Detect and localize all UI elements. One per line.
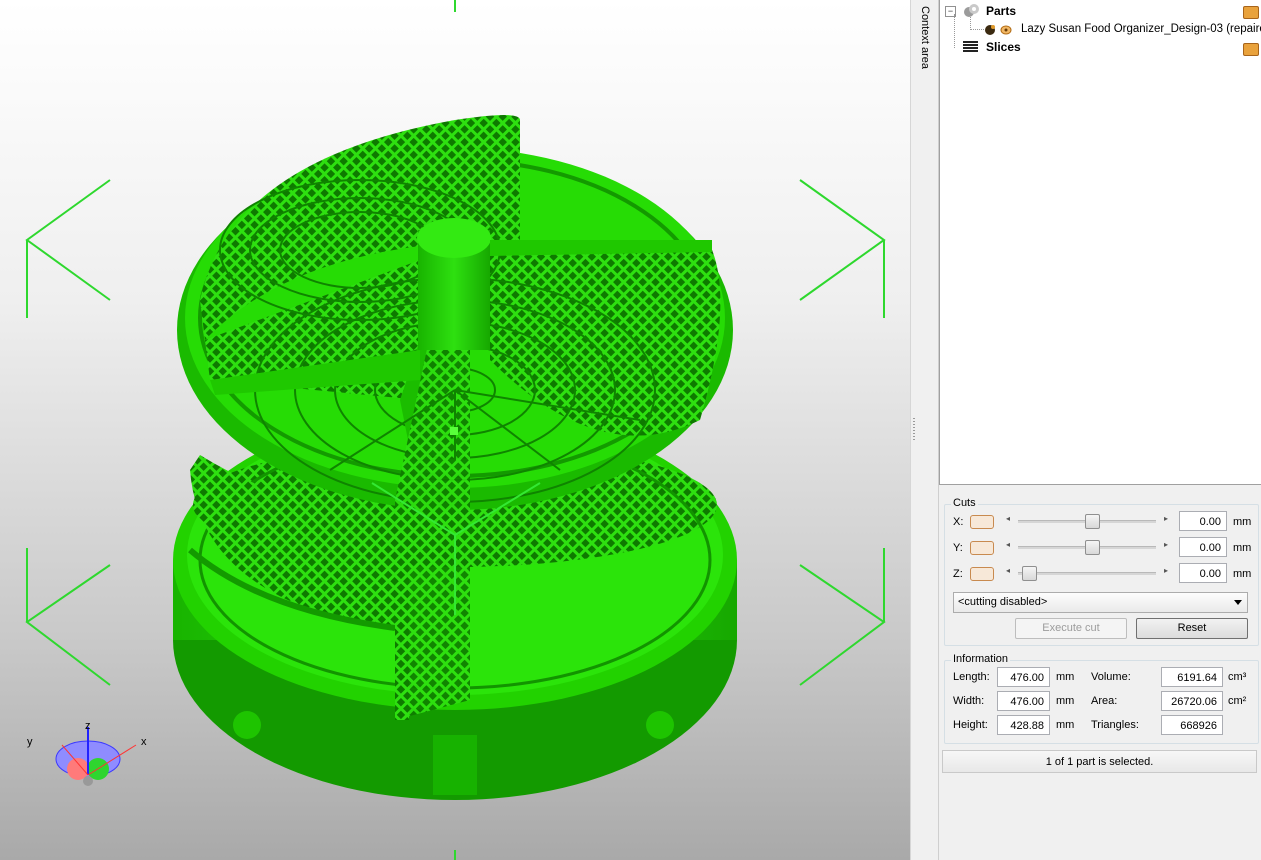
slider-left-arrow-icon[interactable]: ◂: [1006, 566, 1010, 575]
slider-track[interactable]: [1018, 572, 1156, 575]
selection-status: 1 of 1 part is selected.: [942, 750, 1257, 773]
slider-left-arrow-icon[interactable]: ◂: [1006, 540, 1010, 549]
x-axis-label: X:: [953, 516, 964, 528]
height-unit: mm: [1056, 719, 1075, 731]
parts-tree[interactable]: − Parts Lazy Susan Food Organizer_Design…: [939, 0, 1261, 485]
x-axis-color-toggle[interactable]: [970, 515, 994, 529]
z-cut-value[interactable]: 0.00: [1179, 563, 1227, 583]
area-unit: cm²: [1228, 695, 1247, 707]
y-cut-slider[interactable]: ◂ ▸: [1004, 540, 1170, 555]
slider-thumb[interactable]: [1084, 540, 1100, 555]
slider-thumb[interactable]: [1084, 514, 1100, 529]
triangles-value: 668926: [1161, 715, 1223, 735]
information-title: Information: [951, 653, 1011, 665]
slices-label: Slices: [986, 40, 1021, 54]
width-label: Width:: [953, 695, 985, 707]
z-axis-color-toggle[interactable]: [970, 567, 994, 581]
slider-left-arrow-icon[interactable]: ◂: [1006, 514, 1010, 523]
execute-cut-button[interactable]: Execute cut: [1015, 618, 1127, 639]
width-unit: mm: [1056, 695, 1075, 707]
length-unit: mm: [1056, 671, 1075, 683]
x-cut-unit: mm: [1233, 516, 1252, 528]
open-slices-folder-icon[interactable]: [1243, 43, 1259, 56]
x-cut-slider[interactable]: ◂ ▸: [1004, 514, 1170, 529]
z-axis-label: Z:: [953, 568, 963, 580]
tree-item-part[interactable]: Lazy Susan Food Organizer_Design-03 (rep…: [984, 20, 1261, 38]
y-axis-color-toggle[interactable]: [970, 541, 994, 555]
height-value: 428.88: [997, 715, 1050, 735]
context-area-label: Context area: [919, 6, 931, 69]
area-value: 26720.06: [1161, 691, 1223, 711]
slider-thumb[interactable]: [1022, 566, 1037, 581]
volume-label: Volume:: [1091, 671, 1131, 683]
splitter-grip[interactable]: [913, 418, 915, 442]
y-cut-value[interactable]: 0.00: [1179, 537, 1227, 557]
slices-icon: [963, 41, 978, 52]
z-cut-unit: mm: [1233, 568, 1252, 580]
3d-viewport[interactable]: z y x: [0, 0, 910, 860]
z-cut-slider[interactable]: ◂ ▸: [1004, 566, 1170, 581]
part-status-icon: [985, 25, 1012, 35]
height-label: Height:: [953, 719, 988, 731]
area-label: Area:: [1091, 695, 1118, 707]
length-value: 476.00: [997, 667, 1050, 687]
parts-icon: [964, 4, 979, 17]
gizmo-y-label: y: [27, 736, 33, 748]
volume-value: 6191.64: [1161, 667, 1223, 687]
parts-label: Parts: [986, 4, 1017, 18]
cut-mode-value: <cutting disabled>: [958, 596, 1048, 608]
axis-gizmo: z y x: [27, 720, 147, 786]
x-cut-value[interactable]: 0.00: [1179, 511, 1227, 531]
open-folder-icon[interactable]: [1243, 6, 1259, 19]
cuts-title: Cuts: [951, 497, 978, 509]
slider-right-arrow-icon[interactable]: ▸: [1164, 514, 1168, 523]
context-area-tab[interactable]: Context area: [916, 0, 939, 860]
reset-button[interactable]: Reset: [1136, 618, 1248, 639]
slider-right-arrow-icon[interactable]: ▸: [1164, 566, 1168, 575]
y-axis-label: Y:: [953, 542, 963, 554]
cut-mode-select[interactable]: <cutting disabled>: [953, 592, 1248, 613]
width-value: 476.00: [997, 691, 1050, 711]
y-cut-unit: mm: [1233, 542, 1252, 554]
gizmo-x-label: x: [141, 736, 147, 748]
length-label: Length:: [953, 671, 990, 683]
triangles-label: Triangles:: [1091, 719, 1139, 731]
volume-unit: cm³: [1228, 671, 1247, 683]
gizmo-z-label: z: [85, 720, 91, 732]
slider-right-arrow-icon[interactable]: ▸: [1164, 540, 1168, 549]
part-name: Lazy Susan Food Organizer_Design-03 (rep…: [1021, 23, 1261, 35]
chevron-down-icon: [1234, 600, 1242, 605]
